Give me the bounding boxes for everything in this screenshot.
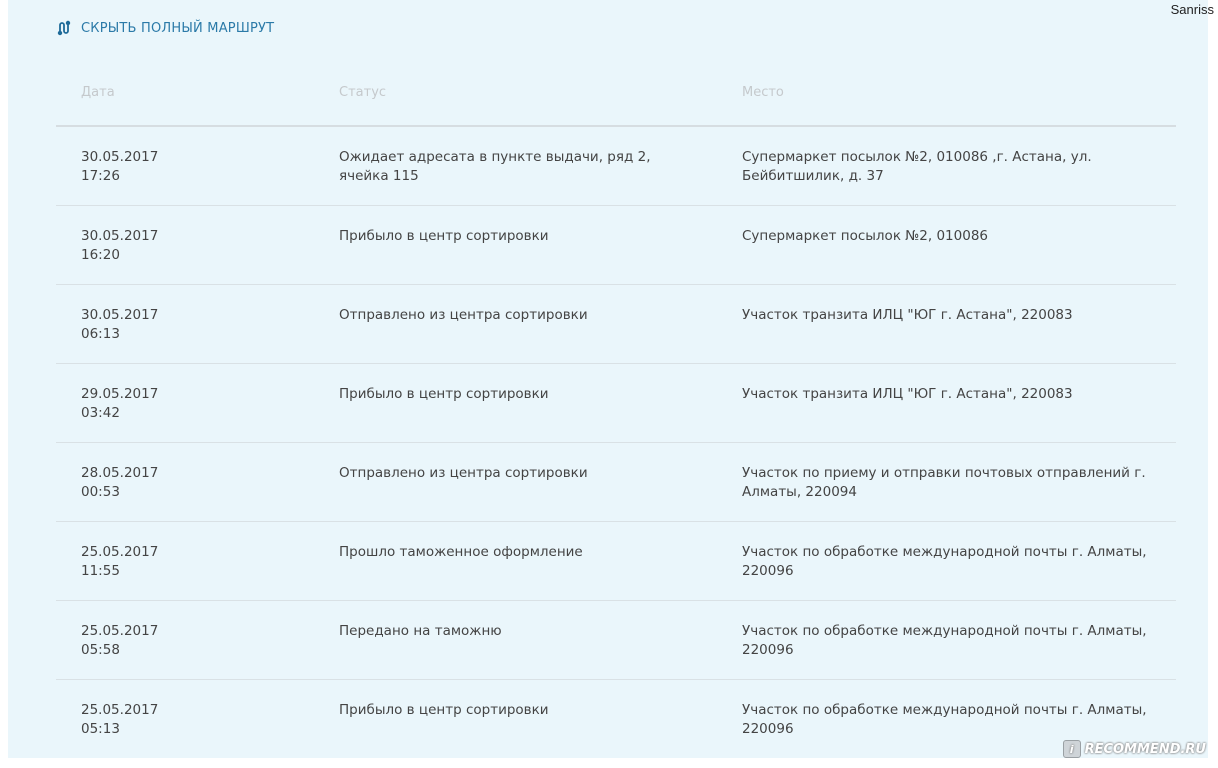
table-header: Дата Статус Место [56,72,1176,127]
hide-route-label[interactable]: СКРЫТЬ ПОЛНЫЙ МАРШРУТ [81,21,274,36]
row-date: 25.05.2017 [81,623,159,639]
row-time: 06:13 [81,326,120,342]
row-time: 05:58 [81,642,120,658]
row-time: 17:26 [81,168,120,184]
table-row: 25.05.2017 11:55 Прошло таможенное оформле… [56,522,1176,601]
table-body: 30.05.2017 17:26 Ожидает адресата в пункте… [56,127,1176,758]
row-status: Ожидает адресата в пункте выдачи, ряд 2,… [339,149,651,184]
header-place: Место [742,85,784,100]
row-place: Участок транзита ИЛЦ "ЮГ г. Астана", 220… [742,307,1073,323]
row-datetime: 25.05.2017 11:55 [81,543,231,581]
row-status: Отправлено из центра сортировки [339,307,588,323]
table-row: 30.05.2017 16:20 Прибыло в центр сортировк… [56,206,1176,285]
row-place: Участок по приему и отправки почтовых от… [742,465,1146,500]
row-status: Прибыло в центр сортировки [339,702,549,718]
row-status: Прибыло в центр сортировки [339,228,549,244]
table-row: 28.05.2017 00:53 Отправлено из центра сорт… [56,443,1176,522]
row-date: 28.05.2017 [81,465,159,481]
row-status: Отправлено из центра сортировки [339,465,588,481]
recommend-logo-icon: i [1062,740,1081,758]
row-place: Супермаркет посылок №2, 010086 ,г. Астан… [742,149,1092,184]
row-time: 05:13 [81,721,120,737]
tracking-table: Дата Статус Место 30.05.2017 17:26 Ожидает… [56,72,1176,758]
row-place: Участок транзита ИЛЦ "ЮГ г. Астана", 220… [742,386,1073,402]
username[interactable]: Sanriss [1171,2,1214,17]
row-time: 00:53 [81,484,120,500]
row-time: 11:55 [81,563,120,579]
row-date: 25.05.2017 [81,544,159,560]
hide-route-toggle[interactable]: СКРЫТЬ ПОЛНЫЙ МАРШРУТ [56,20,274,36]
row-date: 30.05.2017 [81,149,159,165]
row-status: Передано на таможню [339,623,502,639]
row-time: 16:20 [81,247,120,263]
row-status: Прибыло в центр сортировки [339,386,549,402]
table-row: 30.05.2017 06:13 Отправлено из центра сорт… [56,285,1176,364]
row-place: Участок по обработке международной почты… [742,623,1147,658]
header-status: Статус [339,85,387,100]
row-place: Участок по обработке международной почты… [742,702,1147,737]
row-date: 29.05.2017 [81,386,159,402]
watermark: i RECOMMEND.RU [1062,740,1206,758]
row-date: 30.05.2017 [81,228,159,244]
row-place: Супермаркет посылок №2, 010086 [742,228,989,244]
row-datetime: 28.05.2017 00:53 [81,464,231,502]
row-place: Участок по обработке международной почты… [742,544,1147,579]
table-row: 25.05.2017 05:58 Передано на таможню Участо… [56,601,1176,680]
row-datetime: 29.05.2017 03:42 [81,385,231,423]
row-datetime: 25.05.2017 05:58 [81,622,231,660]
tracking-panel: СКРЫТЬ ПОЛНЫЙ МАРШРУТ Дата Статус Место … [8,0,1208,758]
row-status: Прошло таможенное оформление [339,544,583,560]
watermark-text: RECOMMEND.RU [1084,741,1206,757]
row-date: 30.05.2017 [81,307,159,323]
table-row: 25.05.2017 05:13 Прибыло в центр сортировк… [56,680,1176,758]
row-datetime: 25.05.2017 05:13 [81,701,231,739]
row-date: 25.05.2017 [81,702,159,718]
row-datetime: 30.05.2017 16:20 [81,227,231,265]
table-row: 29.05.2017 03:42 Прибыло в центр сортировк… [56,364,1176,443]
header-date: Дата [81,85,115,100]
row-datetime: 30.05.2017 06:13 [81,306,231,344]
row-time: 03:42 [81,405,120,421]
table-row: 30.05.2017 17:26 Ожидает адресата в пункте… [56,127,1176,206]
route-icon [56,20,72,36]
row-datetime: 30.05.2017 17:26 [81,148,231,186]
